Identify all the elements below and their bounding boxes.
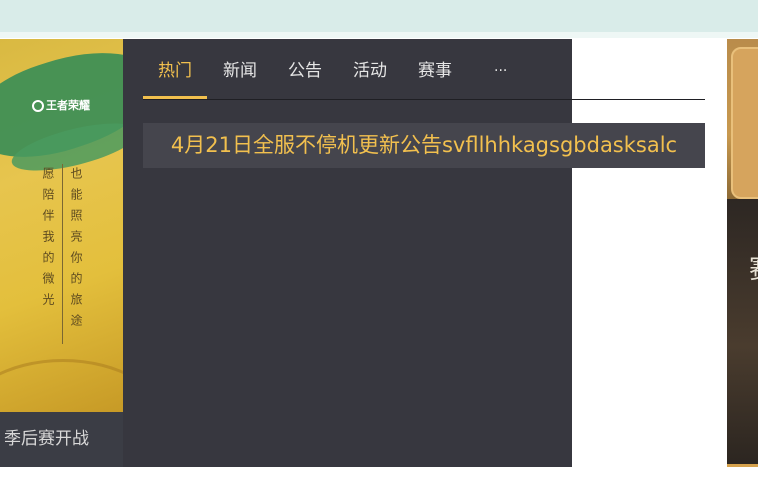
- tab-news[interactable]: 新闻: [223, 56, 257, 81]
- right-image-glyph: 赛: [749, 249, 758, 286]
- banner-vertical-text-2: 也能照亮你的旅途: [69, 167, 83, 335]
- banner-vertical-divider: [62, 164, 63, 344]
- right-image-card: [731, 47, 758, 199]
- tab-events[interactable]: 活动: [353, 56, 387, 81]
- promo-banner-image[interactable]: 王者荣耀 愿陪伴我的微光 也能照亮你的旅途: [0, 39, 123, 412]
- right-image-top: [727, 39, 758, 199]
- game-logo: 王者荣耀: [32, 97, 90, 113]
- banner-vertical-text-1: 愿陪伴我的微光: [41, 167, 55, 314]
- tabs-divider: [143, 99, 705, 100]
- news-panel: [123, 39, 572, 467]
- right-promo-image[interactable]: 赛: [727, 39, 758, 467]
- top-divider: [0, 32, 758, 38]
- tab-announcement[interactable]: 公告: [288, 56, 322, 81]
- headline-news-link[interactable]: 4月21日全服不停机更新公告svfllhhkagsgbdasksalc: [143, 123, 705, 168]
- banner-swirl: [0, 359, 123, 412]
- logo-ring-icon: [32, 100, 44, 112]
- tab-more[interactable]: ...: [494, 59, 507, 75]
- browser-top-bar: [0, 0, 758, 32]
- right-image-accent-line: [727, 464, 758, 467]
- right-image-bottom: [727, 199, 758, 467]
- banner-caption[interactable]: 季后赛开战: [0, 412, 123, 467]
- tab-hot[interactable]: 热门: [158, 56, 192, 81]
- logo-text: 王者荣耀: [46, 99, 90, 112]
- tab-tournament[interactable]: 赛事: [418, 56, 452, 81]
